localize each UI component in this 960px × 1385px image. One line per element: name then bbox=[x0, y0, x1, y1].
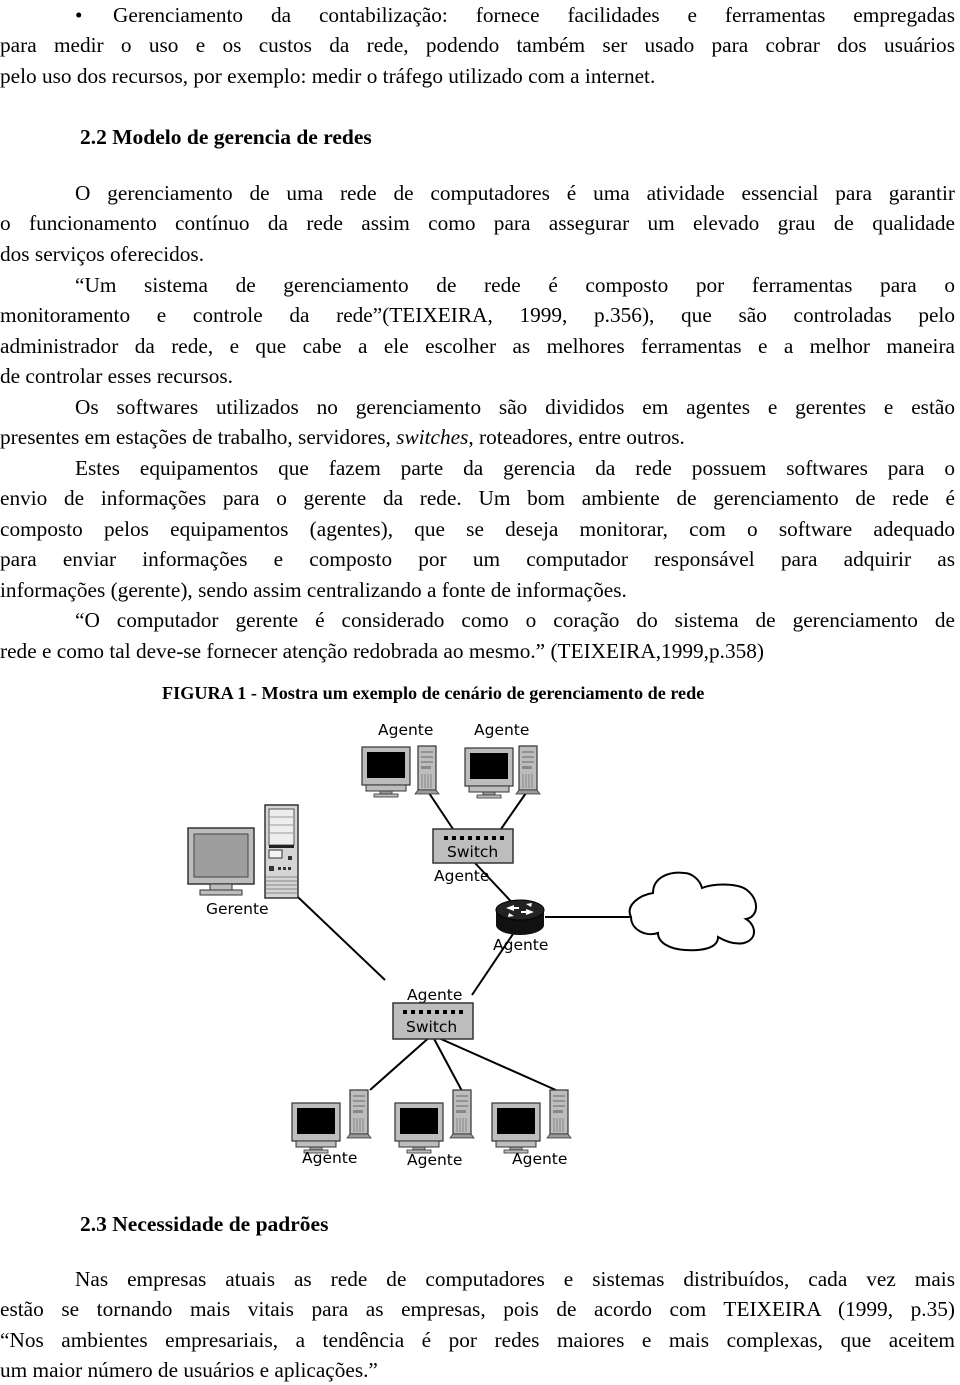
agent-label: Agente bbox=[493, 936, 548, 954]
switch-label: Switch bbox=[406, 1018, 457, 1036]
switch-bottom: Agente Switch bbox=[392, 986, 474, 1040]
para-line: presentes em estações de trabalho, servi… bbox=[0, 422, 955, 452]
para-line: administrador da rede, e que cabe a ele … bbox=[0, 334, 955, 358]
bullet-line-1: • Gerenciamento da contabilização: fornec… bbox=[0, 0, 955, 30]
para-line: envio de informações para o gerente da r… bbox=[0, 486, 955, 510]
para-line: monitoramento e controle da rede”(TEIXEI… bbox=[0, 303, 955, 327]
para-line: estão se tornando mais vitais para as em… bbox=[0, 1297, 955, 1321]
para-line: composto pelos equipamentos (agentes), q… bbox=[0, 517, 955, 541]
computer-tower-icon bbox=[264, 804, 299, 899]
computer-tower-icon bbox=[414, 745, 440, 795]
agent-label: Agente bbox=[407, 1151, 462, 1169]
bullet-line-3: pelo uso dos recursos, por exemplo: medi… bbox=[0, 64, 656, 88]
computer-tower-icon bbox=[449, 1089, 475, 1139]
para-line: o funcionamento contínuo da rede assim c… bbox=[0, 211, 955, 235]
agent-workstation-bottom-2: Agente bbox=[394, 1089, 475, 1169]
switch-label: Switch bbox=[447, 843, 498, 861]
switch-top: Switch Agente bbox=[432, 828, 514, 885]
para-line: rede e como tal deve-se fornecer atenção… bbox=[0, 639, 764, 663]
internet-cloud-icon bbox=[628, 871, 757, 952]
para-line: “Um sistema de gerenciamento de rede é c… bbox=[75, 273, 955, 297]
link-agent2-switch bbox=[500, 792, 527, 830]
text-span: Gerenciamento da contabilização: fornece… bbox=[113, 3, 955, 27]
figure-caption: FIGURA 1 - Mostra um exemplo de cenário … bbox=[162, 683, 705, 703]
monitor-icon bbox=[361, 746, 411, 798]
manager-workstation: Gerente bbox=[187, 804, 299, 918]
agent-workstation-bottom-1: Agente bbox=[291, 1089, 372, 1167]
router: Agente bbox=[493, 899, 548, 954]
agent-label: Agente bbox=[378, 721, 433, 739]
text-span: , roteadores, entre outros. bbox=[468, 425, 685, 449]
agent-label: Agente bbox=[407, 986, 462, 1004]
para-line: informações (gerente), sendo assim centr… bbox=[0, 578, 627, 602]
para-line: um maior número de usuários e aplicações… bbox=[0, 1358, 378, 1382]
agent-label: Agente bbox=[434, 867, 489, 885]
agent-workstation-top-right: Agente bbox=[464, 721, 541, 799]
router-icon bbox=[495, 899, 545, 935]
para-line: dos serviços oferecidos. bbox=[0, 242, 205, 266]
agent-label: Agente bbox=[512, 1150, 567, 1168]
para-line: para enviar informações e composto por u… bbox=[0, 547, 955, 571]
agent-workstation-top-left: Agente bbox=[361, 721, 440, 798]
link-switch-agent5 bbox=[431, 1034, 559, 1092]
section-heading-2-2: 2.2 Modelo de gerencia de redes bbox=[80, 125, 372, 149]
link-agent1-switch bbox=[428, 792, 454, 830]
para-line: Estes equipamentos que fazem parte da ge… bbox=[75, 456, 955, 480]
para-line: Nas empresas atuais as rede de computado… bbox=[75, 1267, 955, 1291]
computer-tower-icon bbox=[346, 1089, 372, 1139]
bullet-marker: • bbox=[75, 3, 83, 27]
document-page: • Gerenciamento da contabilização: fornec… bbox=[0, 0, 960, 1385]
italic-term: switches bbox=[396, 425, 469, 449]
agent-workstation-bottom-3: Agente bbox=[491, 1089, 572, 1168]
monitor-icon bbox=[394, 1102, 444, 1154]
para-line: Os softwares utilizados no gerenciamento… bbox=[75, 395, 955, 419]
agent-label: Agente bbox=[302, 1149, 357, 1167]
manager-label: Gerente bbox=[206, 900, 269, 918]
para-line: de controlar esses recursos. bbox=[0, 364, 233, 388]
section-heading-2-3: 2.3 Necessidade de padrões bbox=[80, 1212, 329, 1236]
network-diagram: Agente Agente Switch Agente Gerente Agen… bbox=[170, 705, 770, 1185]
bullet-line-2: para medir o uso e os custos da rede, po… bbox=[0, 33, 955, 57]
monitor-icon bbox=[491, 1102, 541, 1154]
monitor-icon bbox=[464, 747, 514, 799]
monitor-icon bbox=[187, 827, 255, 896]
link-switch-agent3 bbox=[369, 1034, 433, 1091]
para-line: “O computador gerente é considerado como… bbox=[75, 608, 955, 632]
agent-label: Agente bbox=[474, 721, 529, 739]
monitor-icon bbox=[291, 1102, 341, 1154]
para-line: “Nos ambientes empresariais, a tendência… bbox=[0, 1328, 955, 1352]
link-switch-agent4 bbox=[431, 1034, 463, 1092]
text-span: presentes em estações de trabalho, servi… bbox=[0, 425, 397, 449]
computer-tower-icon bbox=[546, 1089, 572, 1139]
network-diagram-svg: Agente Agente Switch Agente Gerente Agen… bbox=[187, 721, 757, 1169]
para-line: O gerenciamento de uma rede de computado… bbox=[75, 181, 955, 205]
computer-tower-icon bbox=[515, 745, 541, 795]
